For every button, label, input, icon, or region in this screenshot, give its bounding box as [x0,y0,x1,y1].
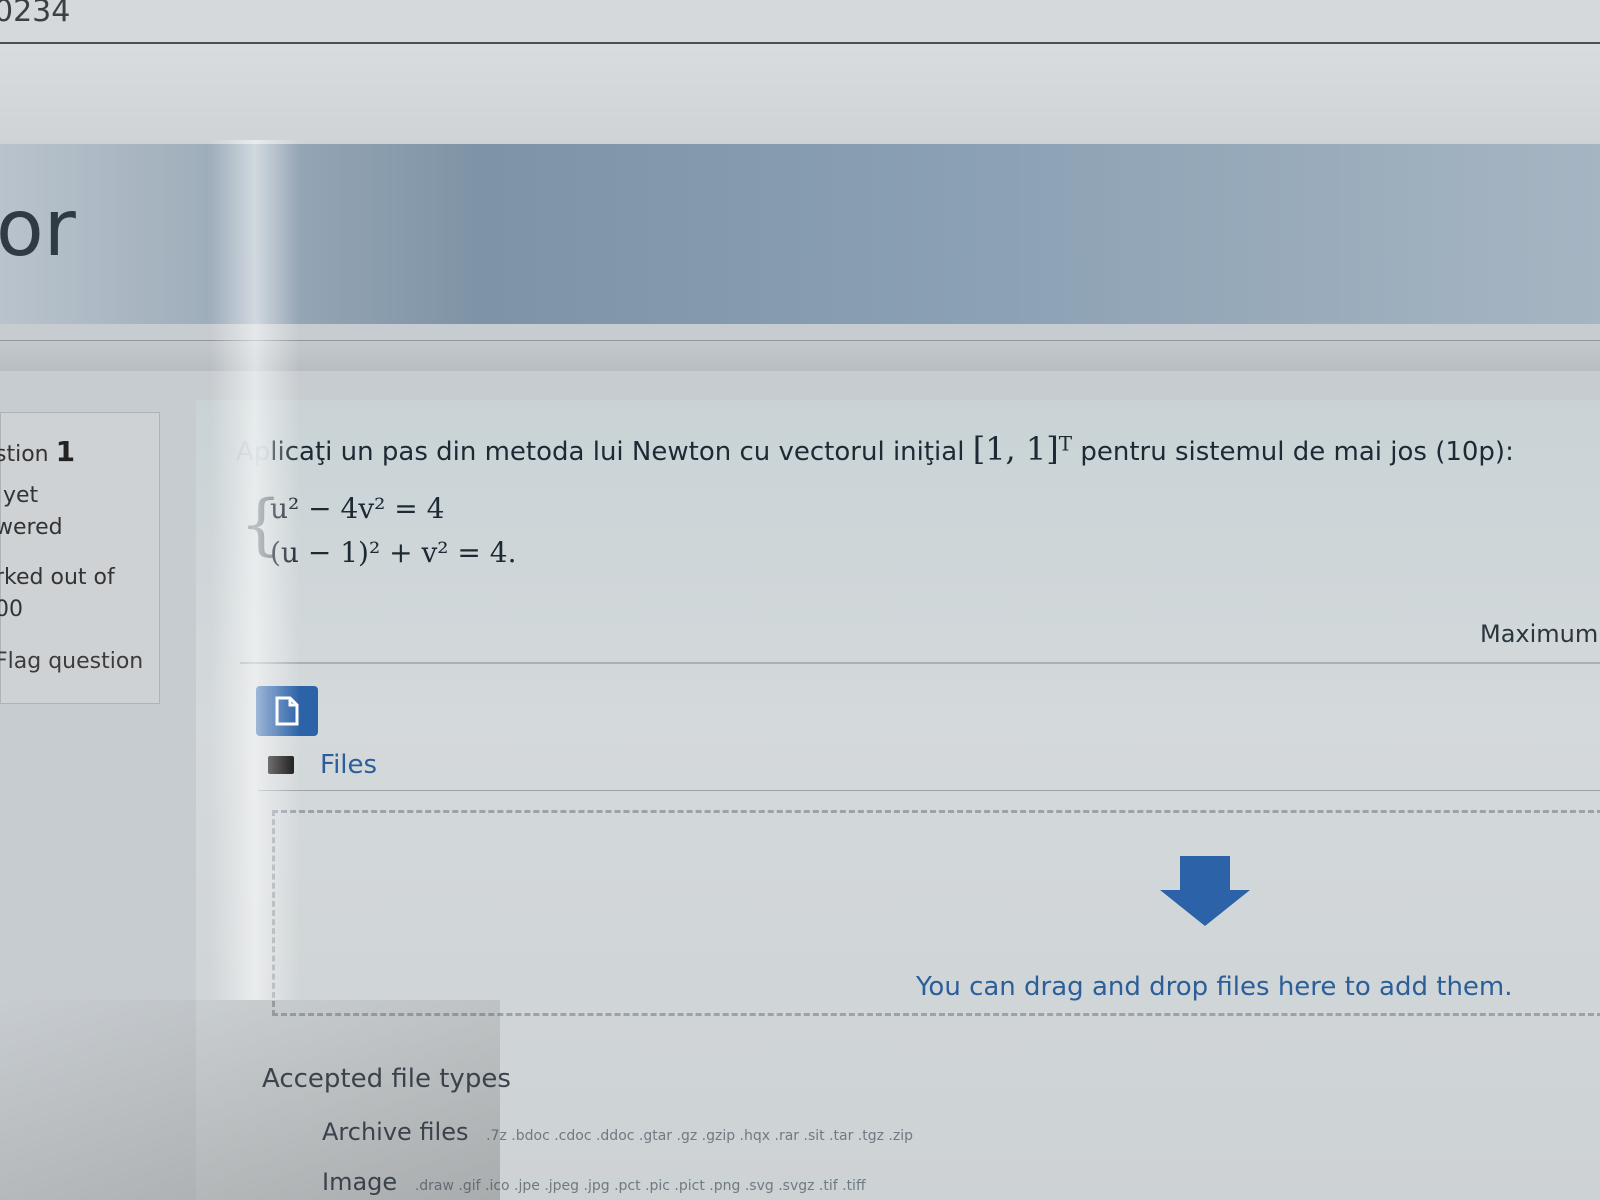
question-number-value: 1 [55,435,76,468]
initial-vector-sup: T [1058,431,1073,456]
question-number-prefix: stion [0,442,49,467]
drop-files-text: You can drag and drop files here to add … [916,972,1513,1002]
question-text-after: pentru sistemul de mai jos (10p): [1072,437,1514,467]
question-number: stion 1 [0,435,75,468]
page-title: or [0,184,76,274]
image-file-types: Image .draw .gif .ico .jpe .jpeg .jpg .p… [322,1168,866,1196]
question-status-line1: yet [3,483,39,508]
archive-extensions: .7z .bdoc .cdoc .ddoc .gtar .gz .gzip .h… [486,1128,913,1144]
image-files-label: Image [322,1168,398,1196]
accepted-file-types-heading: Accepted file types [262,1064,511,1094]
image-extensions: .draw .gif .ico .jpe .jpeg .jpg .pct .pi… [414,1178,866,1194]
equation-1: u² − 4v² = 4 [270,492,445,525]
top-bar-fragment: 0234 [0,0,71,29]
question-text: Aplicaţi un pas din metoda lui Newton cu… [236,430,1514,468]
question-marks-line1: rked out of [0,565,115,590]
flag-question-link[interactable]: Flag question [0,649,143,674]
question-divider [240,662,1600,664]
light-band [0,44,1600,144]
question-info-panel: stion 1 yet wered rked out of 00 Flag qu… [0,412,160,704]
archive-files-label: Archive files [322,1118,469,1146]
header-separator [0,340,1600,371]
equation-2: (u − 1)² + v² = 4. [270,536,517,569]
archive-file-types: Archive files .7z .bdoc .cdoc .ddoc .gta… [322,1118,913,1146]
add-file-button[interactable] [256,686,318,736]
question-marks-line2: 00 [0,597,23,622]
question-status-line2: wered [0,515,63,540]
top-bar: 0234 [0,0,1600,44]
files-folder-link[interactable]: Files [320,750,377,780]
download-arrow-icon [1160,856,1250,930]
initial-vector: [1, 1] [972,430,1059,468]
file-icon [275,696,299,726]
max-size-label: Maximum [1480,620,1599,648]
page-header: or [0,144,1600,324]
question-text-before: licaţi un pas din metoda lui Newton cu v… [270,437,973,467]
files-separator [258,790,1600,791]
folder-icon [268,756,294,774]
question-text-faded: Ap [236,437,271,467]
